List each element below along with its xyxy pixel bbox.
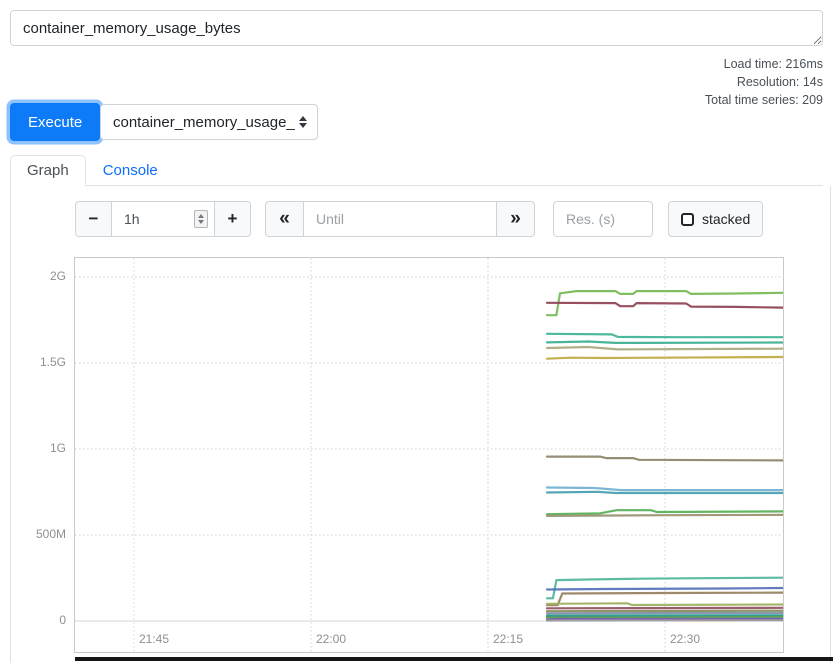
total-time-series: Total time series: 209 [705,91,823,109]
y-tick-label: 1G [50,441,66,455]
query-input[interactable]: container_memory_usage_bytes [10,10,823,46]
spinner-icon[interactable] [194,210,208,228]
updown-caret-icon [299,116,307,128]
resolution: Resolution: 14s [705,73,823,91]
stacked-toggle-button[interactable]: stacked [668,201,763,237]
resolution-group [553,201,653,237]
decrease-range-button[interactable]: − [75,201,111,237]
increase-range-button[interactable]: + [215,201,251,237]
tab-bar: Graph Console [10,155,823,186]
until-input[interactable] [303,201,497,237]
execute-button[interactable]: Execute [10,103,100,141]
stacked-label: stacked [702,211,750,227]
y-tick-label: 2G [50,269,66,283]
stacked-group: stacked [668,201,763,237]
metric-dropdown-value: container_memory_usage_bytes [113,114,295,131]
x-tick-label: 22:00 [316,632,346,646]
duration-stepper: − + [75,201,251,237]
chart-svg [75,258,783,652]
rewind-button[interactable]: « [265,201,303,237]
load-time: Load time: 216ms [705,55,823,73]
x-tick-label: 22:30 [670,632,700,646]
tab-graph[interactable]: Graph [10,155,86,186]
x-tick-label: 21:45 [139,632,169,646]
y-tick-label: 0 [59,613,66,627]
until-navigator: « » [265,201,535,237]
stacked-checkbox[interactable] [681,213,694,226]
resolution-input[interactable] [553,201,653,237]
plot-area[interactable]: 21:4522:0022:1522:300500M1G1.5G2G [74,257,784,653]
query-stats: Load time: 216ms Resolution: 14s Total t… [705,55,823,109]
forward-button[interactable]: » [497,201,535,237]
tab-console[interactable]: Console [86,155,175,185]
legend-divider [75,657,833,661]
x-tick-label: 22:15 [493,632,523,646]
y-tick-label: 1.5G [40,355,66,369]
metric-dropdown[interactable]: container_memory_usage_bytes [100,104,318,140]
y-tick-label: 500M [36,527,66,541]
